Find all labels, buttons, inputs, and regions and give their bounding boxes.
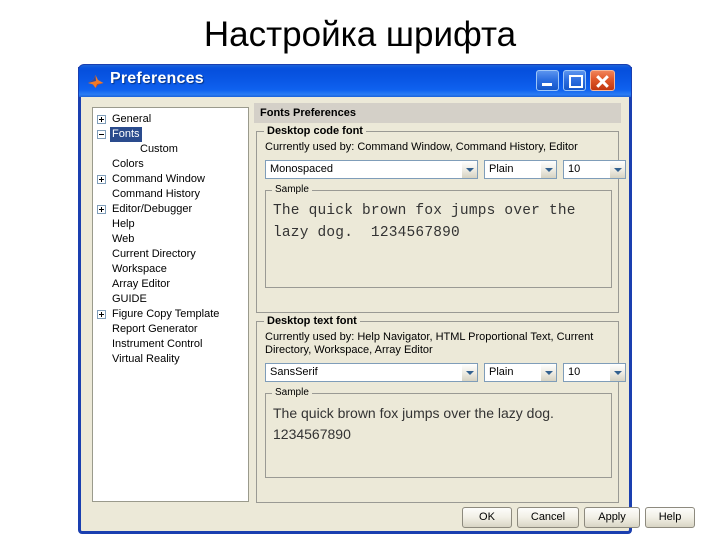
tree-item-label: Web [112, 233, 135, 245]
tree-item-help[interactable]: Help [93, 217, 248, 232]
code-font-size-select[interactable]: 10 [563, 160, 626, 179]
apply-button[interactable]: Apply [584, 507, 640, 528]
text-font-style-value: Plain [489, 366, 514, 378]
tree-item-label: Editor/Debugger [112, 203, 193, 215]
tree-item-virtual-reality[interactable]: Virtual Reality [93, 352, 248, 367]
tree-item-label: General [112, 113, 152, 125]
text-font-sample-box: Sample The quick brown fox jumps over th… [265, 387, 612, 478]
window-titlebar[interactable]: Preferences [78, 64, 632, 97]
ok-button[interactable]: OK [462, 507, 512, 528]
tree-item-label: Colors [112, 158, 144, 170]
chevron-down-icon[interactable] [540, 364, 556, 381]
chevron-down-icon[interactable] [609, 364, 625, 381]
expand-plus-icon[interactable] [97, 175, 106, 184]
page-title: Настройка шрифта [203, 15, 517, 54]
tree-item-command-window[interactable]: Command Window [93, 172, 248, 187]
help-button[interactable]: Help [645, 507, 695, 528]
code-font-style-value: Plain [489, 163, 514, 175]
text-sample-title: Sample [272, 387, 312, 398]
code-font-used-by: Currently used by: Command Window, Comma… [265, 141, 578, 153]
pane-header-title: Fonts Preferences [260, 107, 356, 119]
code-font-style-select[interactable]: Plain [484, 160, 557, 179]
window-title: Preferences [110, 70, 204, 87]
group-title-text-font: Desktop text font [264, 315, 360, 327]
tree-item-instrument-control[interactable]: Instrument Control [93, 337, 248, 352]
tree-item-label: Fonts [110, 127, 142, 142]
code-font-size-value: 10 [568, 163, 581, 175]
collapse-minus-icon[interactable] [97, 130, 106, 139]
group-title-code-font: Desktop code font [264, 125, 366, 137]
pane-header: Fonts Preferences [254, 103, 621, 123]
tree-item-command-history[interactable]: Command History [93, 187, 248, 202]
tree-item-label: Array Editor [112, 278, 171, 290]
tree-item-label: Report Generator [112, 323, 198, 335]
code-sample-text: The quick brown fox jumps over the lazy … [273, 203, 585, 241]
text-font-size-value: 10 [568, 366, 581, 378]
code-sample-title: Sample [272, 184, 312, 195]
tree-item-current-directory[interactable]: Current Directory [93, 247, 248, 262]
text-sample-text: The quick brown fox jumps over the lazy … [273, 405, 558, 442]
preferences-content-pane: Fonts Preferences Desktop code font Curr… [254, 103, 626, 503]
tree-item-label: Figure Copy Template [112, 308, 220, 320]
expand-plus-icon[interactable] [97, 205, 106, 214]
tree-item-label: Custom [140, 143, 178, 155]
tree-item-array-editor[interactable]: Array Editor [93, 277, 248, 292]
preferences-tree[interactable]: General Fonts Custom Colors Command Window Co… [92, 107, 249, 502]
tree-item-label: Help [112, 218, 135, 230]
text-font-family-select[interactable]: SansSerif [265, 363, 478, 382]
tree-item-report-generator[interactable]: Report Generator [93, 322, 248, 337]
tree-item-editor-debugger[interactable]: Editor/Debugger [93, 202, 248, 217]
tree-item-label: Workspace [112, 263, 167, 275]
code-font-sample-box: Sample The quick brown fox jumps over th… [265, 184, 612, 288]
tree-item-custom[interactable]: Custom [93, 142, 248, 157]
chevron-down-icon[interactable] [461, 364, 477, 381]
chevron-down-icon[interactable] [609, 161, 625, 178]
tree-item-label: GUIDE [112, 293, 147, 305]
expand-plus-icon[interactable] [97, 310, 106, 319]
expand-plus-icon[interactable] [97, 115, 106, 124]
tree-item-fonts[interactable]: Fonts [93, 127, 248, 142]
minimize-button[interactable] [536, 70, 559, 91]
matlab-membrane-icon [88, 75, 104, 88]
dialog-button-row: OK Cancel Apply Help [81, 507, 695, 531]
code-font-family-value: Monospaced [270, 163, 333, 175]
tree-item-label: Current Directory [112, 248, 196, 260]
tree-item-workspace[interactable]: Workspace [93, 262, 248, 277]
text-font-style-select[interactable]: Plain [484, 363, 557, 382]
code-font-controls: Monospaced Plain 10 [265, 160, 626, 179]
tree-item-guide[interactable]: GUIDE [93, 292, 248, 307]
tree-item-label: Command Window [112, 173, 205, 185]
text-font-controls: SansSerif Plain 10 [265, 363, 626, 382]
close-button[interactable] [590, 70, 615, 91]
text-font-size-select[interactable]: 10 [563, 363, 626, 382]
cancel-button[interactable]: Cancel [517, 507, 579, 528]
preferences-dialog: Preferences General Fonts Custom Colors Comm… [78, 64, 695, 534]
code-font-family-select[interactable]: Monospaced [265, 160, 478, 179]
text-font-family-value: SansSerif [270, 366, 318, 378]
text-font-used-by: Currently used by: Help Navigator, HTML … [265, 331, 594, 356]
desktop-text-font-group: Desktop text font Currently used by: Hel… [256, 315, 626, 503]
desktop-code-font-group: Desktop code font Currently used by: Com… [256, 125, 626, 313]
maximize-button[interactable] [563, 70, 586, 91]
tree-item-label: Virtual Reality [112, 353, 180, 365]
tree-item-web[interactable]: Web [93, 232, 248, 247]
tree-item-figure-copy-template[interactable]: Figure Copy Template [93, 307, 248, 322]
tree-item-general[interactable]: General [93, 112, 248, 127]
chevron-down-icon[interactable] [540, 161, 556, 178]
tree-item-label: Instrument Control [112, 338, 203, 350]
tree-item-colors[interactable]: Colors [93, 157, 248, 172]
tree-item-label: Command History [112, 188, 201, 200]
chevron-down-icon[interactable] [461, 161, 477, 178]
